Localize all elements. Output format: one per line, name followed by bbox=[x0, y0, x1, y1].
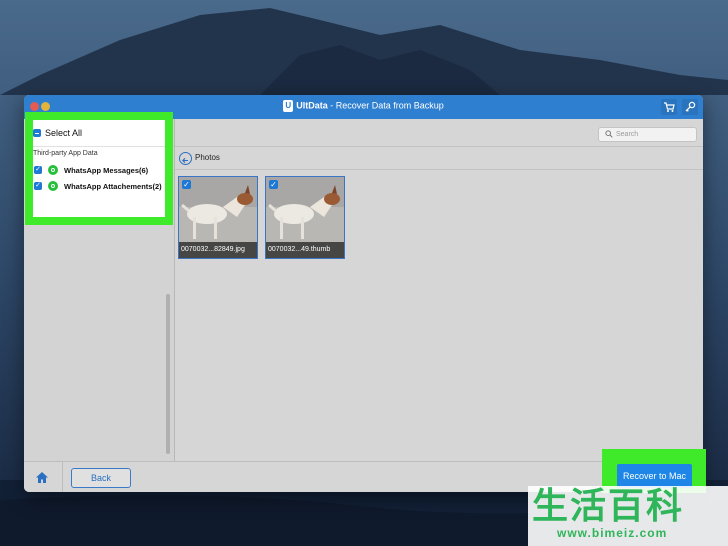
back-button[interactable]: Back bbox=[71, 468, 131, 488]
whatsapp-icon bbox=[48, 165, 58, 175]
photo-filename: 0070032...82849.jpg bbox=[179, 242, 257, 258]
photo-tile[interactable]: ✓ 0070032...82849.jpg bbox=[178, 176, 258, 259]
whatsapp-icon bbox=[48, 181, 58, 191]
ultdata-logo-icon: U bbox=[283, 100, 294, 112]
arrow-left-icon bbox=[182, 157, 188, 164]
search-icon bbox=[605, 130, 613, 138]
home-button[interactable] bbox=[35, 471, 49, 489]
main-panel: Search Photos ✓ 0070032...82849.jpg ✓ 00… bbox=[175, 119, 703, 461]
divider bbox=[175, 169, 703, 170]
cart-icon bbox=[664, 102, 675, 112]
key-button[interactable] bbox=[682, 99, 698, 115]
whatsapp-attachments-checkbox[interactable]: ✓ bbox=[34, 182, 42, 190]
cart-button[interactable] bbox=[661, 99, 677, 115]
key-icon bbox=[685, 101, 696, 112]
recover-to-mac-button[interactable]: Recover to Mac bbox=[617, 464, 692, 488]
select-all-label[interactable]: Select All bbox=[45, 128, 82, 138]
divider bbox=[175, 146, 703, 147]
photo-checkbox[interactable]: ✓ bbox=[182, 180, 191, 189]
breadcrumb: Photos bbox=[195, 153, 220, 162]
divider bbox=[33, 146, 165, 147]
photo-tile[interactable]: ✓ 0070032...49.thumb bbox=[265, 176, 345, 259]
whatsapp-messages-label[interactable]: WhatsApp Messages(6) bbox=[64, 166, 148, 175]
home-icon bbox=[36, 472, 48, 483]
window-title: U UltData - Recover Data from Backup bbox=[24, 100, 703, 112]
sidebar-scrollbar[interactable] bbox=[166, 294, 170, 454]
watermark: 生活百科 www.bimeiz.com bbox=[528, 486, 728, 546]
category-label: Third-party App Data bbox=[33, 150, 98, 157]
photo-checkbox[interactable]: ✓ bbox=[269, 180, 278, 189]
select-all-checkbox[interactable] bbox=[33, 129, 41, 137]
footer-divider bbox=[62, 462, 63, 492]
search-placeholder: Search bbox=[616, 131, 639, 138]
window-subtitle: - Recover Data from Backup bbox=[327, 100, 444, 111]
whatsapp-attachments-label[interactable]: WhatsApp Attachements(2) bbox=[64, 182, 162, 191]
whatsapp-messages-checkbox[interactable]: ✓ bbox=[34, 166, 42, 174]
search-input[interactable]: Search bbox=[598, 127, 697, 142]
back-arrow-button[interactable] bbox=[179, 152, 192, 165]
app-name: UltData bbox=[296, 100, 328, 111]
photo-filename: 0070032...49.thumb bbox=[266, 242, 344, 258]
data-type-panel: Select All Third-party App Data ✓ WhatsA… bbox=[33, 120, 165, 217]
watermark-url: www.bimeiz.com bbox=[557, 526, 668, 540]
watermark-chars: 生活百科 bbox=[532, 486, 685, 527]
